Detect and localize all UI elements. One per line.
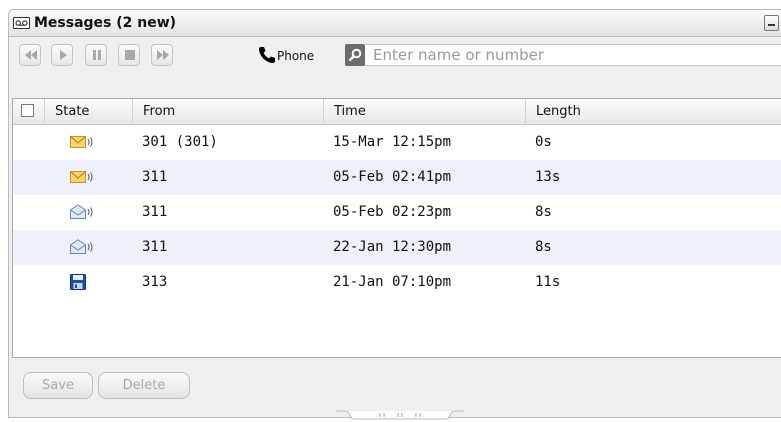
table-row[interactable]: 313 21-Jan 07:10pm 11s [13, 265, 781, 300]
length-cell: 11s [535, 274, 561, 290]
table-row[interactable]: 311 05-Feb 02:41pm 13s [13, 160, 781, 195]
heard-message-envelope-icon [70, 204, 93, 219]
length-cell: 8s [535, 204, 552, 220]
window-title: Messages (2 new) [34, 15, 177, 31]
rewind-icon [25, 50, 37, 60]
pause-icon [93, 50, 101, 60]
resize-grip-icon[interactable] [336, 410, 464, 420]
title-bar: Messages (2 new) [9, 10, 781, 37]
voicemail-icon [13, 17, 30, 29]
time-cell: 05-Feb 02:23pm [333, 204, 452, 220]
column-header-time[interactable]: Time [323, 99, 525, 124]
stop-button[interactable] [118, 44, 140, 66]
play-icon [60, 50, 67, 60]
time-cell: 21-Jan 07:10pm [333, 274, 452, 290]
table-header: State From Time Length [13, 99, 781, 125]
pause-button[interactable] [85, 44, 107, 66]
table-row[interactable]: 311 22-Jan 12:30pm 8s [13, 230, 781, 265]
column-header-from[interactable]: From [132, 99, 323, 124]
fast-forward-button[interactable] [151, 44, 173, 66]
search-icon [345, 44, 365, 66]
from-cell: 301 (301) [142, 134, 218, 150]
new-message-envelope-icon [70, 171, 93, 183]
length-cell: 13s [535, 169, 561, 185]
stop-icon [125, 50, 135, 60]
messages-table: State From Time Length 301 (301) 15-Mar … [12, 98, 781, 358]
from-cell: 313 [142, 274, 168, 290]
rewind-button[interactable] [19, 44, 41, 66]
column-header-state[interactable]: State [44, 99, 132, 124]
select-all-checkbox[interactable] [21, 104, 34, 117]
time-cell: 22-Jan 12:30pm [333, 239, 452, 255]
phone-label: Phone [277, 49, 315, 63]
table-row[interactable]: 301 (301) 15-Mar 12:15pm 0s [13, 125, 781, 160]
fast-forward-icon [157, 50, 169, 60]
from-cell: 311 [142, 169, 168, 185]
minimize-button[interactable] [764, 15, 779, 31]
from-cell: 311 [142, 239, 168, 255]
delete-button[interactable]: Delete [98, 372, 190, 399]
from-cell: 311 [142, 204, 168, 220]
time-cell: 15-Mar 12:15pm [333, 134, 452, 150]
length-cell: 8s [535, 239, 552, 255]
phone-icon [259, 47, 275, 63]
search-input[interactable] [365, 44, 781, 66]
column-header-length[interactable]: Length [525, 99, 781, 124]
heard-message-envelope-icon [70, 239, 93, 254]
time-cell: 05-Feb 02:41pm [333, 169, 452, 185]
table-row[interactable]: 311 05-Feb 02:23pm 8s [13, 195, 781, 230]
length-cell: 0s [535, 134, 552, 150]
toolbar: Phone [9, 37, 781, 78]
saved-disk-icon [70, 274, 86, 290]
play-button[interactable] [51, 44, 73, 66]
save-button[interactable]: Save [23, 372, 93, 399]
new-message-envelope-icon [70, 136, 93, 148]
